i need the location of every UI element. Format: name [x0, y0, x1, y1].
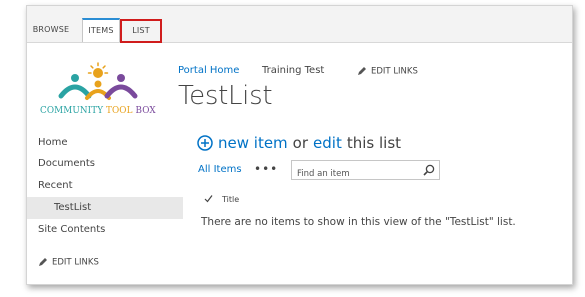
sharepoint-window: BROWSE ITEMS LIST COMMUNITY TOOL BOX Por… — [26, 5, 573, 285]
select-all-check-icon[interactable] — [204, 194, 213, 203]
logo-figures-icon — [58, 62, 138, 100]
top-nav-portal-home[interactable]: Portal Home — [178, 65, 239, 76]
logo-word-box: BOX — [135, 106, 156, 116]
search-box — [291, 160, 440, 182]
more-options-button[interactable]: ••• — [254, 162, 278, 176]
new-item-bar: new item or edit this list — [197, 134, 401, 152]
quick-launch-selected-highlight — [27, 197, 183, 219]
or-text: or — [292, 134, 309, 152]
logo-word-tool: TOOL — [106, 106, 133, 116]
new-item-link[interactable]: new item — [218, 134, 288, 152]
quick-launch-item-documents[interactable]: Documents — [38, 158, 95, 169]
empty-list-message: There are no items to show in this view … — [201, 216, 516, 228]
tab-items[interactable]: ITEMS — [82, 18, 120, 42]
tab-list[interactable]: LIST — [120, 19, 162, 43]
add-circle-icon[interactable] — [197, 135, 213, 151]
quick-launch-item-site-contents[interactable]: Site Contents — [38, 224, 105, 235]
logo-word-community: COMMUNITY — [40, 106, 104, 116]
tab-browse[interactable]: BROWSE — [27, 19, 75, 41]
ribbon-bar: BROWSE ITEMS LIST — [27, 6, 572, 43]
quick-launch-edit-links-label: EDIT LINKS — [52, 257, 99, 268]
pencil-icon — [358, 67, 366, 75]
quick-launch-item-recent[interactable]: Recent — [38, 180, 73, 191]
page-title: TestList — [178, 81, 273, 111]
edit-list-link[interactable]: edit — [313, 134, 342, 152]
search-icon[interactable] — [423, 164, 435, 176]
logo-text: COMMUNITY TOOL BOX — [40, 106, 164, 116]
this-list-text: this list — [346, 134, 402, 152]
search-input[interactable] — [292, 166, 417, 182]
top-nav-edit-links-label: EDIT LINKS — [371, 66, 418, 77]
view-all-items[interactable]: All Items — [198, 164, 242, 175]
top-nav-training-test[interactable]: Training Test — [262, 65, 324, 76]
quick-launch-item-home[interactable]: Home — [38, 137, 68, 148]
quick-launch-edit-links[interactable]: EDIT LINKS — [38, 257, 99, 268]
community-tool-box-logo[interactable]: COMMUNITY TOOL BOX — [39, 62, 161, 118]
column-header-title[interactable]: Title — [222, 195, 239, 204]
pencil-icon — [39, 258, 47, 266]
quick-launch-item-testlist[interactable]: TestList — [54, 202, 91, 213]
top-nav-edit-links[interactable]: EDIT LINKS — [357, 66, 418, 77]
